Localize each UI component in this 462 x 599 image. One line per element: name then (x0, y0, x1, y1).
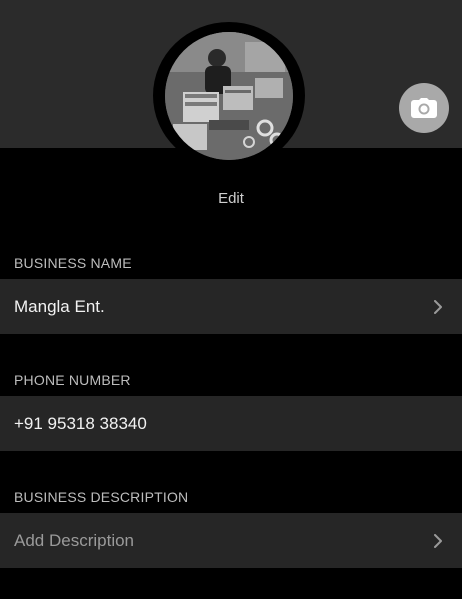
chevron-right-icon (432, 299, 444, 314)
business-name-value: Mangla Ent. (14, 296, 105, 316)
phone-number-row: +91 95318 38340 (0, 396, 462, 451)
business-description-row[interactable]: Add Description (0, 513, 462, 568)
camera-icon (411, 98, 437, 118)
business-name-label: BUSINESS NAME (14, 255, 132, 271)
phone-number-value: +91 95318 38340 (14, 413, 147, 433)
business-description-placeholder: Add Description (14, 530, 135, 550)
business-description-label: BUSINESS DESCRIPTION (14, 489, 189, 505)
chevron-right-icon (432, 533, 444, 548)
change-photo-button[interactable] (399, 83, 449, 133)
profile-photo[interactable] (165, 31, 293, 160)
business-name-row[interactable]: Mangla Ent. (0, 279, 462, 334)
profile-photo-image (165, 31, 293, 160)
edit-photo-link[interactable]: Edit (0, 190, 462, 207)
phone-number-label: PHONE NUMBER (14, 372, 131, 388)
profile-photo-frame (153, 22, 305, 169)
